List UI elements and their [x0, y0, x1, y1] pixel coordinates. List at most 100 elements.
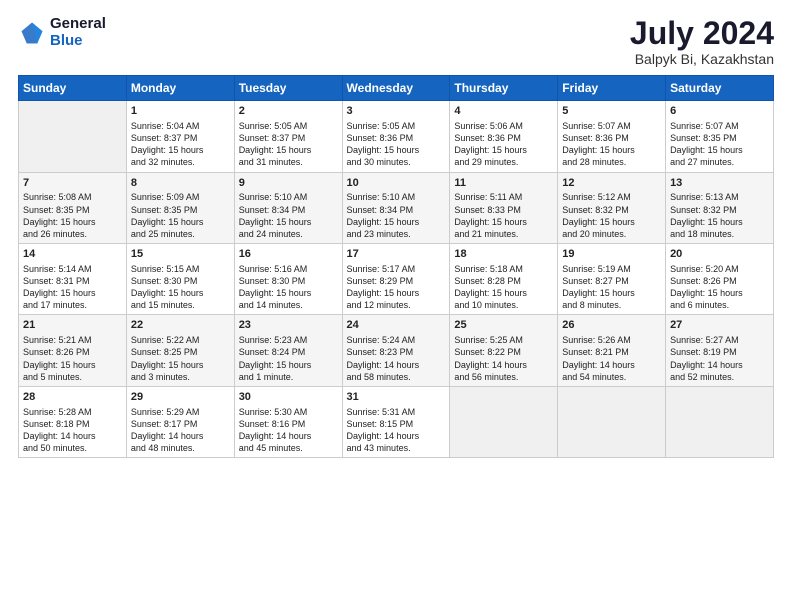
calendar-cell: 30Sunrise: 5:30 AM Sunset: 8:16 PM Dayli… [234, 386, 342, 457]
day-content: Sunrise: 5:26 AM Sunset: 8:21 PM Dayligh… [562, 334, 661, 383]
calendar-cell: 23Sunrise: 5:23 AM Sunset: 8:24 PM Dayli… [234, 315, 342, 386]
day-content: Sunrise: 5:04 AM Sunset: 8:37 PM Dayligh… [131, 120, 230, 169]
calendar-cell [450, 386, 558, 457]
day-number: 10 [347, 176, 446, 191]
calendar-cell: 8Sunrise: 5:09 AM Sunset: 8:35 PM Daylig… [126, 172, 234, 243]
calendar-page: General Blue July 2024 Balpyk Bi, Kazakh… [0, 0, 792, 612]
day-number: 30 [239, 390, 338, 405]
day-number: 4 [454, 104, 553, 119]
day-number: 29 [131, 390, 230, 405]
logo-icon [18, 19, 46, 47]
day-number: 24 [347, 318, 446, 333]
logo-blue-text: Blue [50, 33, 106, 50]
calendar-cell: 21Sunrise: 5:21 AM Sunset: 8:26 PM Dayli… [19, 315, 127, 386]
calendar-cell: 9Sunrise: 5:10 AM Sunset: 8:34 PM Daylig… [234, 172, 342, 243]
calendar-week-row: 28Sunrise: 5:28 AM Sunset: 8:18 PM Dayli… [19, 386, 774, 457]
day-number: 26 [562, 318, 661, 333]
day-content: Sunrise: 5:25 AM Sunset: 8:22 PM Dayligh… [454, 334, 553, 383]
day-content: Sunrise: 5:09 AM Sunset: 8:35 PM Dayligh… [131, 191, 230, 240]
day-number: 13 [670, 176, 769, 191]
day-content: Sunrise: 5:29 AM Sunset: 8:17 PM Dayligh… [131, 406, 230, 455]
day-content: Sunrise: 5:11 AM Sunset: 8:33 PM Dayligh… [454, 191, 553, 240]
day-of-week-header: Tuesday [234, 76, 342, 101]
day-content: Sunrise: 5:28 AM Sunset: 8:18 PM Dayligh… [23, 406, 122, 455]
month-year-title: July 2024 [630, 16, 774, 51]
day-content: Sunrise: 5:22 AM Sunset: 8:25 PM Dayligh… [131, 334, 230, 383]
day-number: 5 [562, 104, 661, 119]
title-block: July 2024 Balpyk Bi, Kazakhstan [630, 16, 774, 67]
day-content: Sunrise: 5:23 AM Sunset: 8:24 PM Dayligh… [239, 334, 338, 383]
calendar-cell: 25Sunrise: 5:25 AM Sunset: 8:22 PM Dayli… [450, 315, 558, 386]
day-of-week-header: Thursday [450, 76, 558, 101]
day-of-week-header: Saturday [666, 76, 774, 101]
day-number: 8 [131, 176, 230, 191]
day-content: Sunrise: 5:17 AM Sunset: 8:29 PM Dayligh… [347, 263, 446, 312]
calendar-cell: 4Sunrise: 5:06 AM Sunset: 8:36 PM Daylig… [450, 101, 558, 172]
logo-general-text: General [50, 16, 106, 33]
day-content: Sunrise: 5:21 AM Sunset: 8:26 PM Dayligh… [23, 334, 122, 383]
calendar-cell: 15Sunrise: 5:15 AM Sunset: 8:30 PM Dayli… [126, 244, 234, 315]
header: General Blue July 2024 Balpyk Bi, Kazakh… [18, 16, 774, 67]
calendar-cell: 17Sunrise: 5:17 AM Sunset: 8:29 PM Dayli… [342, 244, 450, 315]
calendar-table: SundayMondayTuesdayWednesdayThursdayFrid… [18, 75, 774, 458]
calendar-week-row: 14Sunrise: 5:14 AM Sunset: 8:31 PM Dayli… [19, 244, 774, 315]
calendar-cell: 10Sunrise: 5:10 AM Sunset: 8:34 PM Dayli… [342, 172, 450, 243]
day-number: 15 [131, 247, 230, 262]
day-content: Sunrise: 5:10 AM Sunset: 8:34 PM Dayligh… [239, 191, 338, 240]
day-number: 17 [347, 247, 446, 262]
day-number: 2 [239, 104, 338, 119]
calendar-cell: 24Sunrise: 5:24 AM Sunset: 8:23 PM Dayli… [342, 315, 450, 386]
calendar-cell: 5Sunrise: 5:07 AM Sunset: 8:36 PM Daylig… [558, 101, 666, 172]
day-number: 23 [239, 318, 338, 333]
day-content: Sunrise: 5:16 AM Sunset: 8:30 PM Dayligh… [239, 263, 338, 312]
day-content: Sunrise: 5:12 AM Sunset: 8:32 PM Dayligh… [562, 191, 661, 240]
calendar-cell: 16Sunrise: 5:16 AM Sunset: 8:30 PM Dayli… [234, 244, 342, 315]
calendar-cell [558, 386, 666, 457]
day-of-week-header: Monday [126, 76, 234, 101]
day-of-week-header: Wednesday [342, 76, 450, 101]
calendar-cell: 1Sunrise: 5:04 AM Sunset: 8:37 PM Daylig… [126, 101, 234, 172]
day-content: Sunrise: 5:07 AM Sunset: 8:35 PM Dayligh… [670, 120, 769, 169]
calendar-cell: 31Sunrise: 5:31 AM Sunset: 8:15 PM Dayli… [342, 386, 450, 457]
calendar-cell: 7Sunrise: 5:08 AM Sunset: 8:35 PM Daylig… [19, 172, 127, 243]
calendar-cell: 22Sunrise: 5:22 AM Sunset: 8:25 PM Dayli… [126, 315, 234, 386]
day-content: Sunrise: 5:13 AM Sunset: 8:32 PM Dayligh… [670, 191, 769, 240]
day-number: 28 [23, 390, 122, 405]
calendar-cell [666, 386, 774, 457]
day-content: Sunrise: 5:05 AM Sunset: 8:37 PM Dayligh… [239, 120, 338, 169]
day-number: 1 [131, 104, 230, 119]
day-content: Sunrise: 5:18 AM Sunset: 8:28 PM Dayligh… [454, 263, 553, 312]
day-number: 9 [239, 176, 338, 191]
day-content: Sunrise: 5:07 AM Sunset: 8:36 PM Dayligh… [562, 120, 661, 169]
day-number: 19 [562, 247, 661, 262]
calendar-cell: 14Sunrise: 5:14 AM Sunset: 8:31 PM Dayli… [19, 244, 127, 315]
calendar-cell [19, 101, 127, 172]
calendar-cell: 27Sunrise: 5:27 AM Sunset: 8:19 PM Dayli… [666, 315, 774, 386]
day-number: 11 [454, 176, 553, 191]
calendar-cell: 11Sunrise: 5:11 AM Sunset: 8:33 PM Dayli… [450, 172, 558, 243]
day-content: Sunrise: 5:19 AM Sunset: 8:27 PM Dayligh… [562, 263, 661, 312]
calendar-week-row: 7Sunrise: 5:08 AM Sunset: 8:35 PM Daylig… [19, 172, 774, 243]
calendar-cell: 28Sunrise: 5:28 AM Sunset: 8:18 PM Dayli… [19, 386, 127, 457]
location-subtitle: Balpyk Bi, Kazakhstan [630, 51, 774, 67]
day-number: 7 [23, 176, 122, 191]
calendar-header-row: SundayMondayTuesdayWednesdayThursdayFrid… [19, 76, 774, 101]
calendar-cell: 20Sunrise: 5:20 AM Sunset: 8:26 PM Dayli… [666, 244, 774, 315]
calendar-cell: 26Sunrise: 5:26 AM Sunset: 8:21 PM Dayli… [558, 315, 666, 386]
day-content: Sunrise: 5:08 AM Sunset: 8:35 PM Dayligh… [23, 191, 122, 240]
day-content: Sunrise: 5:06 AM Sunset: 8:36 PM Dayligh… [454, 120, 553, 169]
day-content: Sunrise: 5:14 AM Sunset: 8:31 PM Dayligh… [23, 263, 122, 312]
day-number: 18 [454, 247, 553, 262]
day-of-week-header: Friday [558, 76, 666, 101]
calendar-cell: 29Sunrise: 5:29 AM Sunset: 8:17 PM Dayli… [126, 386, 234, 457]
calendar-cell: 13Sunrise: 5:13 AM Sunset: 8:32 PM Dayli… [666, 172, 774, 243]
day-content: Sunrise: 5:10 AM Sunset: 8:34 PM Dayligh… [347, 191, 446, 240]
day-number: 3 [347, 104, 446, 119]
day-number: 14 [23, 247, 122, 262]
day-content: Sunrise: 5:15 AM Sunset: 8:30 PM Dayligh… [131, 263, 230, 312]
calendar-cell: 6Sunrise: 5:07 AM Sunset: 8:35 PM Daylig… [666, 101, 774, 172]
day-number: 21 [23, 318, 122, 333]
day-of-week-header: Sunday [19, 76, 127, 101]
calendar-cell: 3Sunrise: 5:05 AM Sunset: 8:36 PM Daylig… [342, 101, 450, 172]
day-content: Sunrise: 5:05 AM Sunset: 8:36 PM Dayligh… [347, 120, 446, 169]
